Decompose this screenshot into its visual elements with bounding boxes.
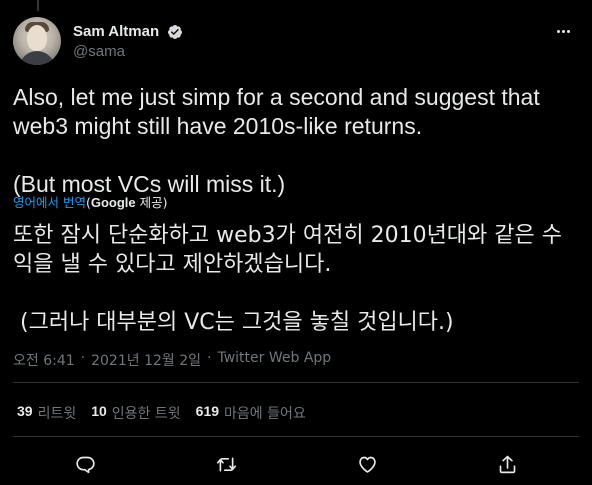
tweet-header: Sam Altman @sama (13, 15, 579, 67)
share-icon (499, 455, 515, 473)
retweet-icon (216, 457, 236, 471)
translate-link[interactable]: 영어에서 번역 (13, 195, 86, 210)
verified-badge-icon (167, 24, 183, 40)
thread-connector-line (37, 0, 39, 11)
quotes-stat[interactable]: 10 인용한 트윗 (91, 403, 180, 423)
retweets-count: 39 (17, 403, 33, 419)
avatar[interactable] (13, 17, 61, 65)
tweet-time[interactable]: 오전 6:41 (13, 350, 75, 370)
more-horizontal-icon (556, 29, 560, 33)
author-info: Sam Altman @sama (73, 21, 183, 60)
translated-tweet-text: 또한 잠시 단순화하고 web3가 여전히 2010년대와 같은 수익을 낼 수… (13, 223, 562, 335)
author-display-name[interactable]: Sam Altman (73, 23, 159, 40)
likes-count: 619 (195, 403, 220, 419)
like-button[interactable] (355, 452, 379, 476)
tweet-date[interactable]: 2021년 12월 2일 (91, 350, 201, 370)
tweet-metadata: 오전 6:41 · 2021년 12월 2일 · Twitter Web App (13, 350, 331, 370)
tweet-source[interactable]: Twitter Web App (217, 350, 331, 370)
translation-attribution: 영어에서 번역(Google 제공) (13, 195, 168, 211)
retweets-label: 리트윗 (37, 406, 77, 422)
google-logo-text: Google (90, 195, 136, 210)
quotes-count: 10 (91, 403, 107, 419)
meta-separator: · (207, 350, 212, 366)
divider (13, 382, 579, 383)
tweet-actions (13, 446, 579, 482)
meta-separator: · (80, 350, 86, 366)
more-options-button[interactable] (549, 21, 577, 41)
likes-stat[interactable]: 619 마음에 들어요 (196, 403, 306, 423)
reply-button[interactable] (73, 452, 97, 476)
divider (13, 436, 579, 437)
quotes-label: 인용한 트윗 (111, 406, 181, 422)
author-handle[interactable]: @sama (73, 43, 183, 60)
retweet-button[interactable] (214, 452, 238, 476)
reply-icon (75, 456, 95, 473)
tweet-text: Also, let me just simp for a second and … (13, 84, 540, 197)
likes-label: 마음에 들어요 (224, 406, 306, 422)
tweet-stats: 39 리트윗 10 인용한 트윗 619 마음에 들어요 (17, 403, 306, 423)
share-button[interactable] (495, 452, 519, 476)
translate-provider: (Google 제공) (85, 195, 168, 210)
heart-icon (358, 456, 376, 473)
retweets-stat[interactable]: 39 리트윗 (17, 403, 76, 423)
